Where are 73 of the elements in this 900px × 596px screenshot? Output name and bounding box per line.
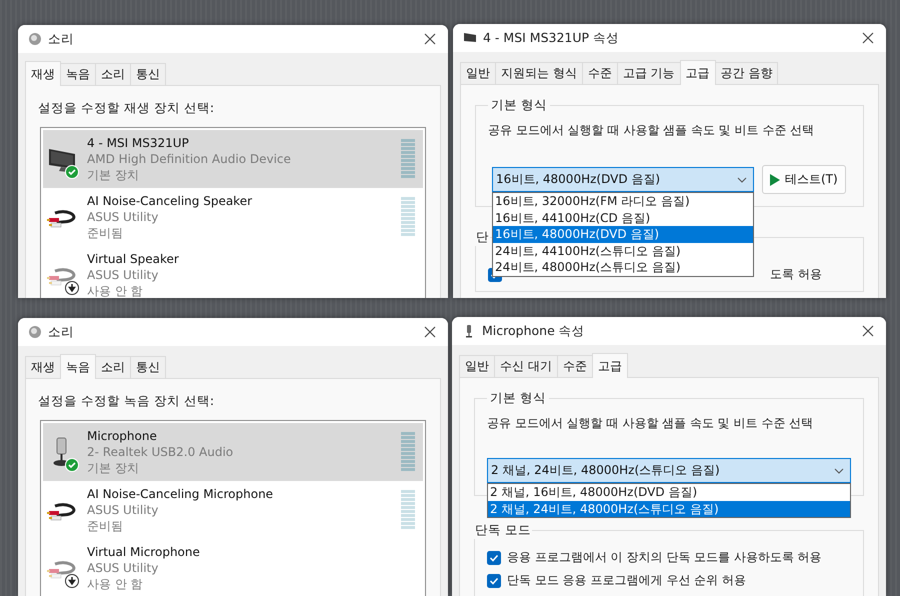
checkbox-label: 응용 프로그램에서 이 장치의 단독 모드를 사용하도록 허용 — [507, 549, 822, 566]
level-meter-drawing — [401, 197, 415, 237]
chevron-down-icon — [834, 468, 844, 474]
checkbox[interactable] — [487, 574, 501, 588]
tab[interactable]: 재생 — [25, 61, 61, 86]
group-title: 기본 형식 — [490, 390, 546, 405]
tab[interactable]: 녹음 — [60, 354, 96, 379]
device-item[interactable]: AI Noise-Canceling Microphone ASUS Utility 준비됨 — [43, 481, 423, 539]
window-title: Microphone 속성 — [482, 322, 585, 340]
dropdown-option[interactable]: 24비트, 48000Hz(스튜디오 음질) — [493, 259, 753, 276]
device-name: 4 - MSI MS321UP — [87, 135, 189, 151]
device-item[interactable]: AI Noise-Canceling Speaker ASUS Utility 준비됨 — [43, 188, 423, 246]
monitor-icon — [463, 31, 477, 45]
device-status: 사용 안 함 — [87, 283, 143, 298]
tab[interactable]: 공간 음향 — [714, 62, 778, 84]
device-status: 준비됨 — [87, 518, 123, 534]
device-driver: ASUS Utility — [87, 267, 158, 283]
checkbox[interactable] — [487, 550, 501, 564]
level-meter-drawing — [401, 139, 415, 179]
window-title: 소리 — [48, 324, 74, 340]
dropdown-option[interactable]: 16비트, 48000Hz(DVD 음질) — [493, 226, 753, 242]
prompt-label: 설정을 수정할 재생 장치 선택: — [38, 100, 216, 117]
prompt-label: 설정을 수정할 녹음 장치 선택: — [38, 393, 216, 410]
device-driver: ASUS Utility — [87, 560, 158, 576]
dropdown-option[interactable]: 24비트, 44100Hz(스튜디오 음질) — [493, 242, 753, 259]
device-driver: ASUS Utility — [87, 209, 158, 225]
level-meter-drawing — [401, 432, 415, 472]
group-title: 단독 모드 — [475, 522, 531, 537]
device-item[interactable]: Virtual Speaker ASUS Utility 사용 안 함 — [43, 246, 423, 298]
device-driver: AMD High Definition Audio Device — [87, 151, 291, 167]
down-arrow-badge-icon — [65, 281, 79, 295]
dropdown-option[interactable]: 16비트, 44100Hz(CD 음질) — [493, 210, 753, 226]
device-driver: ASUS Utility — [87, 502, 158, 518]
device-status: 사용 안 함 — [87, 576, 143, 592]
device-name: Virtual Speaker — [87, 251, 179, 267]
device-status: 기본 장치 — [87, 460, 139, 476]
device-name: Microphone — [87, 428, 157, 444]
window-title: 소리 — [48, 30, 74, 48]
tab[interactable]: 재생 — [25, 356, 61, 378]
speaker-icon — [28, 325, 42, 339]
group-title: 단 — [476, 229, 489, 244]
description-text: 공유 모드에서 실행할 때 사용할 샘플 속도 및 비트 수준 선택 — [488, 122, 816, 139]
group-title: 기본 형식 — [491, 97, 547, 112]
tab[interactable]: 통신 — [130, 63, 166, 85]
down-arrow-badge-icon — [65, 574, 79, 588]
tab[interactable]: 일반 — [459, 355, 495, 377]
tab[interactable]: 일반 — [460, 62, 496, 84]
play-icon — [770, 174, 780, 186]
dropdown-option[interactable]: 16비트, 32000Hz(FM 라디오 음질) — [493, 193, 753, 210]
tab[interactable]: 고급 — [680, 60, 716, 85]
device-name: AI Noise-Canceling Speaker — [87, 193, 252, 209]
description-text: 공유 모드에서 실행할 때 사용할 샘플 속도 및 비트 수준 선택 — [487, 415, 814, 432]
tab[interactable]: 통신 — [130, 356, 166, 378]
checkbox-label: 도록 허용 — [770, 266, 822, 283]
checkbox-label: 단독 모드 응용 프로그램에게 우선 순위 허용 — [507, 572, 746, 589]
device-driver: 2- Realtek USB2.0 Audio — [87, 444, 234, 460]
dropdown-option[interactable]: 2 채널, 24비트, 48000Hz(스튜디오 음질) — [488, 500, 850, 517]
speaker-icon — [28, 32, 42, 46]
test-button[interactable]: 테스트(T) — [762, 165, 846, 194]
device-status: 기본 장치 — [87, 167, 139, 183]
device-status: 준비됨 — [87, 225, 123, 241]
dropdown-option[interactable]: 2 채널, 16비트, 48000Hz(DVD 음질) — [488, 484, 850, 500]
device-name: AI Noise-Canceling Microphone — [87, 486, 274, 502]
device-item[interactable]: Virtual Microphone ASUS Utility 사용 안 함 — [43, 539, 423, 596]
device-item[interactable]: Microphone 2- Realtek USB2.0 Audio 기본 장치 — [43, 423, 423, 481]
level-meter-drawing — [401, 490, 415, 530]
format-dropdown[interactable]: 2 채널, 24비트, 48000Hz(스튜디오 음질) — [487, 458, 851, 483]
format-dropdown[interactable]: 16비트, 48000Hz(DVD 음질) — [492, 167, 754, 192]
tab[interactable]: 고급 — [592, 353, 628, 378]
device-name: Virtual Microphone — [87, 544, 200, 560]
device-item[interactable]: 4 - MSI MS321UP AMD High Definition Audio Device 기본 장치 — [43, 130, 423, 188]
chevron-down-icon — [737, 176, 747, 182]
window-title: 4 - MSI MS321UP 속성 — [483, 30, 620, 46]
